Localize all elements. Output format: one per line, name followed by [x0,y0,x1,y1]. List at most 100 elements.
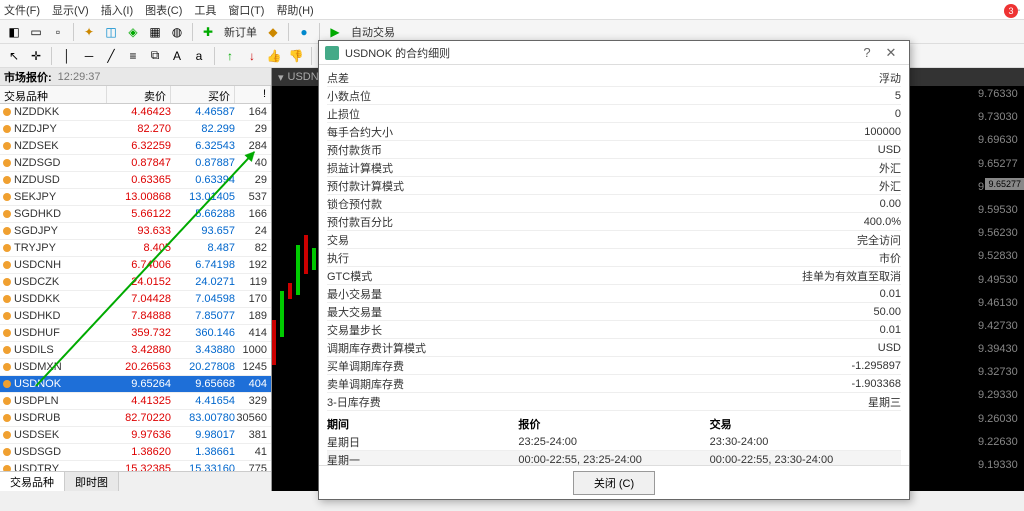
yaxis-label: 9.42730 [978,320,1024,332]
spec-row: 最小交易量0.01 [327,285,901,303]
spec-row: 预付款百分比400.0% [327,213,901,231]
symbol-ask: 6.32543 [171,140,235,152]
arrow-down-icon[interactable]: ↓ [242,46,262,66]
symbol-spread: 170 [235,293,271,305]
market-watch-row[interactable]: USDMXN20.2656320.278081245 [0,359,271,376]
spec-row: 损益计算模式外汇 [327,159,901,177]
symbol-name: SGDHKD [14,208,107,220]
symbol-bid: 359.732 [107,327,171,339]
symbol-ask: 24.0271 [171,276,235,288]
menu-tools[interactable]: 工具 [194,2,216,18]
market-watch-row[interactable]: SGDHKD5.661225.66288166 [0,206,271,223]
new-order-icon[interactable]: ✚ [198,22,218,42]
signals-icon[interactable]: ● [294,22,314,42]
menu-chart[interactable]: 图表(C) [145,2,182,18]
thumbs-down-icon[interactable]: 👎 [286,46,306,66]
market-watch-row[interactable]: USDRUB82.7022083.0078030560 [0,410,271,427]
market-watch-rows: NZDDKK4.464234.46587164NZDJPY82.27082.29… [0,104,271,471]
symbol-dot-icon [3,346,11,354]
market-watch-row[interactable]: USDSGD1.386201.3866141 [0,444,271,461]
col-ask[interactable]: 买价 [171,86,235,103]
market-watch-row[interactable]: SGDJPY93.63393.65724 [0,223,271,240]
market-watch-row[interactable]: USDSEK9.976369.98017381 [0,427,271,444]
expert-icon[interactable]: ◆ [263,22,283,42]
symbol-dot-icon [3,142,11,150]
tab-symbols[interactable]: 交易品种 [0,472,65,491]
arrow-up-icon[interactable]: ↑ [220,46,240,66]
tester-icon[interactable]: ◍ [167,22,187,42]
vline-icon[interactable]: │ [57,46,77,66]
market-watch-row[interactable]: NZDSEK6.322596.32543284 [0,138,271,155]
market-watch-row[interactable]: USDTRY15.3238515.33160775 [0,461,271,471]
sched-trade: 23:30-24:00 [710,436,901,448]
trendline-icon[interactable]: ╱ [101,46,121,66]
col-bid[interactable]: 卖价 [107,86,171,103]
symbol-dot-icon [3,125,11,133]
market-watch-row[interactable]: TRYJPY8.4058.48782 [0,240,271,257]
new-chart-icon[interactable]: ◧ [4,22,24,42]
market-watch-row[interactable]: NZDJPY82.27082.29929 [0,121,271,138]
crosshair-icon[interactable]: ✛ [26,46,46,66]
symbol-spread: 381 [235,429,271,441]
spec-value: 100000 [864,126,901,138]
menu-window[interactable]: 窗口(T) [228,2,264,18]
schedule-header: 期间 报价 交易 [327,415,901,433]
menu-file[interactable]: 文件(F) [4,2,40,18]
menu-insert[interactable]: 插入(I) [101,2,133,18]
col-extra[interactable]: ! [235,86,271,103]
symbol-bid: 7.84888 [107,310,171,322]
market-watch-row[interactable]: USDCNH6.740066.74198192 [0,257,271,274]
market-watch-row[interactable]: USDHUF359.732360.146414 [0,325,271,342]
market-watch-tabs: 交易品种 即时图 [0,471,271,491]
text-icon[interactable]: A [167,46,187,66]
hline-icon[interactable]: ─ [79,46,99,66]
new-order-button[interactable]: 新订单 [220,24,261,40]
symbol-bid: 13.00868 [107,191,171,203]
fibo-icon[interactable]: ⧉ [145,46,165,66]
symbol-name: USDSEK [14,429,107,441]
save-icon[interactable]: ▫ [48,22,68,42]
channel-icon[interactable]: ≡ [123,46,143,66]
dialog-close-ok-button[interactable]: 关闭 (C) [573,471,655,495]
spec-value: USD [878,144,901,156]
market-watch-row[interactable]: NZDSGD0.878470.8788740 [0,155,271,172]
symbol-spread: 166 [235,208,271,220]
dialog-help-button[interactable]: ? [855,45,879,60]
menu-help[interactable]: 帮助(H) [276,2,313,18]
terminal-icon[interactable]: ▦ [145,22,165,42]
data-window-icon[interactable]: ◫ [101,22,121,42]
market-watch-icon[interactable]: ✦ [79,22,99,42]
spec-value: 完全访问 [857,232,901,248]
market-watch-row[interactable]: USDILS3.428803.438801000 [0,342,271,359]
menu-view[interactable]: 显示(V) [52,2,89,18]
market-watch-row[interactable]: USDHKD7.848887.85077189 [0,308,271,325]
autotrade-button[interactable]: 自动交易 [347,24,399,40]
symbol-bid: 82.70220 [107,412,171,424]
symbol-name: SGDJPY [14,225,107,237]
symbol-dot-icon [3,329,11,337]
symbol-spread: 164 [235,106,271,118]
dialog-close-button[interactable]: ✕ [879,45,903,61]
dialog-titlebar[interactable]: USDNOK 的合约细则 ? ✕ [319,41,909,65]
market-watch-row[interactable]: USDPLN4.413254.41654329 [0,393,271,410]
tab-tick-chart[interactable]: 即时图 [65,472,119,491]
thumbs-up-icon[interactable]: 👍 [264,46,284,66]
spec-row: 执行市价 [327,249,901,267]
yaxis-label: 9.29330 [978,389,1024,401]
market-watch-row[interactable]: NZDDKK4.464234.46587164 [0,104,271,121]
autotrade-icon[interactable]: ▶ [325,22,345,42]
col-symbol[interactable]: 交易品种 [0,86,107,103]
yaxis-label: 9.32730 [978,366,1024,378]
profile-icon[interactable]: ▭ [26,22,46,42]
spec-key: 预付款百分比 [327,214,864,230]
label-icon[interactable]: a [189,46,209,66]
navigator-icon[interactable]: ◈ [123,22,143,42]
market-watch-row[interactable]: SEKJPY13.0086813.01405537 [0,189,271,206]
spec-value: 外汇 [879,178,901,194]
spec-key: 损益计算模式 [327,160,879,176]
notification-badge[interactable]: 3 [1004,4,1018,18]
symbol-spread: 30560 [235,412,271,424]
market-watch-row[interactable]: USDDKK7.044287.04598170 [0,291,271,308]
cursor-icon[interactable]: ↖ [4,46,24,66]
symbol-bid: 24.0152 [107,276,171,288]
